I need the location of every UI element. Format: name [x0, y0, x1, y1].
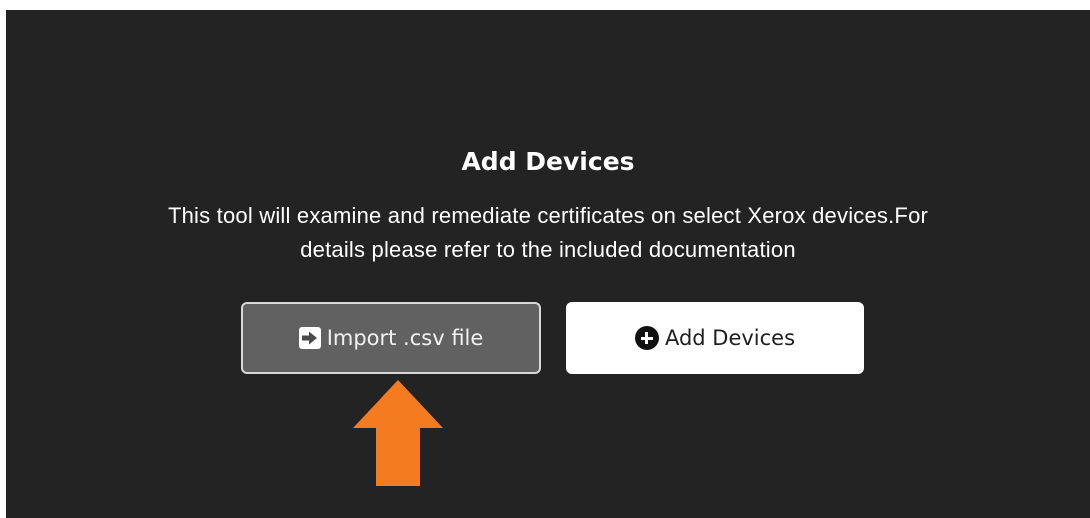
- add-devices-button[interactable]: Add Devices: [566, 302, 864, 374]
- add-devices-panel: Add Devices This tool will examine and r…: [6, 10, 1090, 518]
- import-csv-button[interactable]: Import .csv file: [241, 302, 541, 374]
- panel-description: This tool will examine and remediate cer…: [46, 199, 1050, 267]
- import-icon: [298, 327, 321, 349]
- description-line-2: details please refer to the included doc…: [300, 237, 796, 262]
- plus-circle-icon: [634, 326, 659, 350]
- description-line-1: This tool will examine and remediate cer…: [167, 203, 929, 228]
- up-arrow-icon: [353, 380, 443, 486]
- panel-title: Add Devices: [461, 147, 635, 176]
- add-devices-label: Add Devices: [664, 326, 796, 350]
- import-csv-label: Import .csv file: [326, 326, 484, 350]
